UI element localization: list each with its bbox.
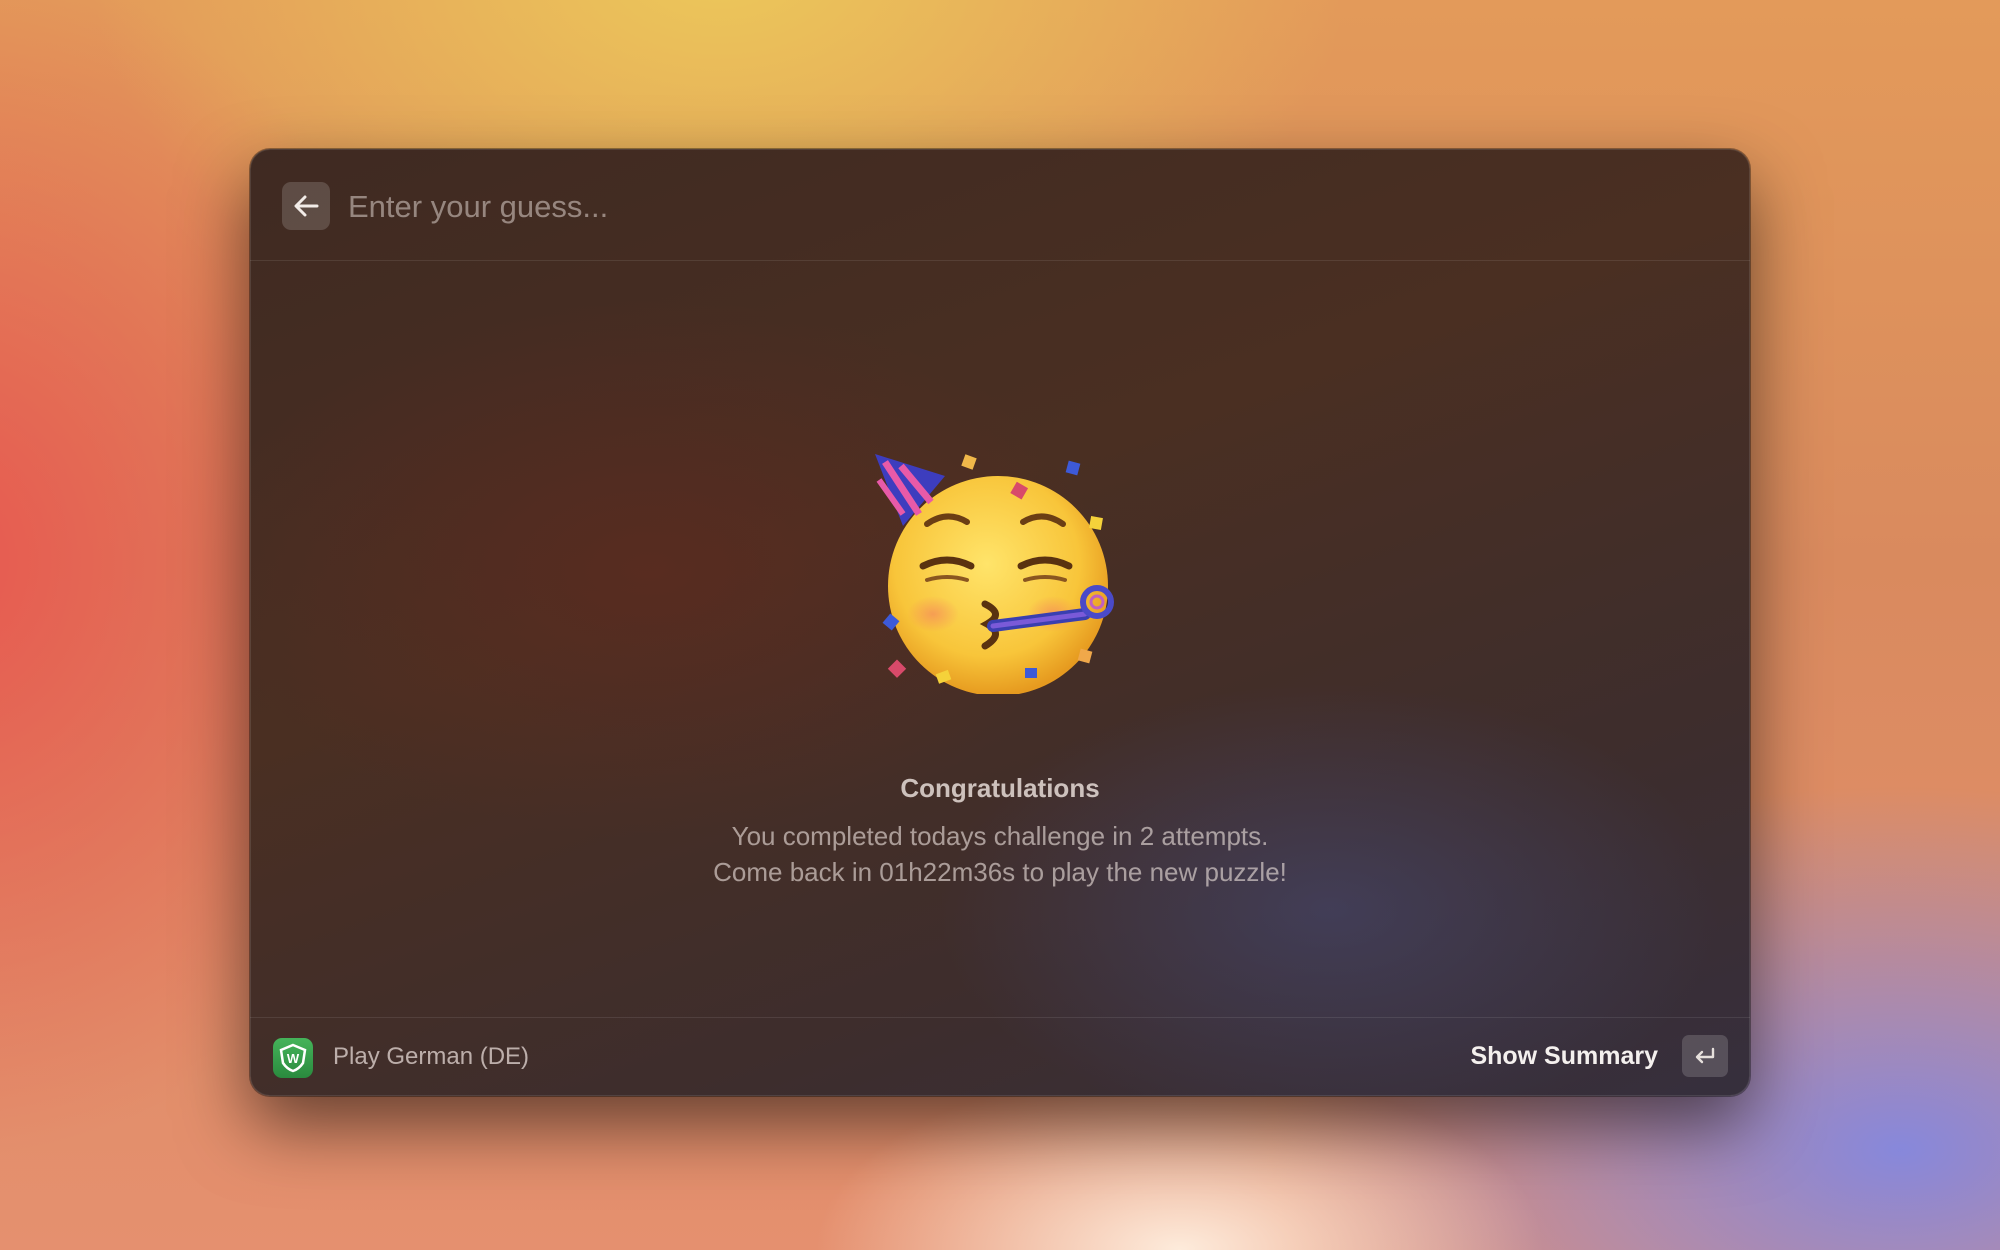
app-icon-letter: W <box>287 1051 300 1066</box>
action-footer: W Play German (DE) Show Summary <box>250 1017 1750 1096</box>
partying-face-icon <box>875 454 1125 696</box>
show-summary-button[interactable]: Show Summary <box>1470 1042 1658 1071</box>
guess-input[interactable] <box>346 179 1650 235</box>
game-window: Congratulations You completed todays cha… <box>250 149 1750 1096</box>
return-key-icon <box>1695 1047 1715 1064</box>
countdown-message: Come back in 01h22m36s to play the new p… <box>713 857 1287 887</box>
search-bar <box>250 149 1750 261</box>
wordle-shield-icon: W <box>273 1038 313 1078</box>
back-button[interactable] <box>282 182 330 230</box>
congratulations-title: Congratulations <box>900 773 1100 803</box>
result-panel: Congratulations You completed todays cha… <box>250 261 1750 1017</box>
result-message: You completed todays challenge in 2 atte… <box>731 821 1269 851</box>
arrow-left-icon <box>294 195 319 217</box>
enter-key-button[interactable] <box>1682 1035 1728 1077</box>
play-german-label[interactable]: Play German (DE) <box>333 1043 529 1071</box>
